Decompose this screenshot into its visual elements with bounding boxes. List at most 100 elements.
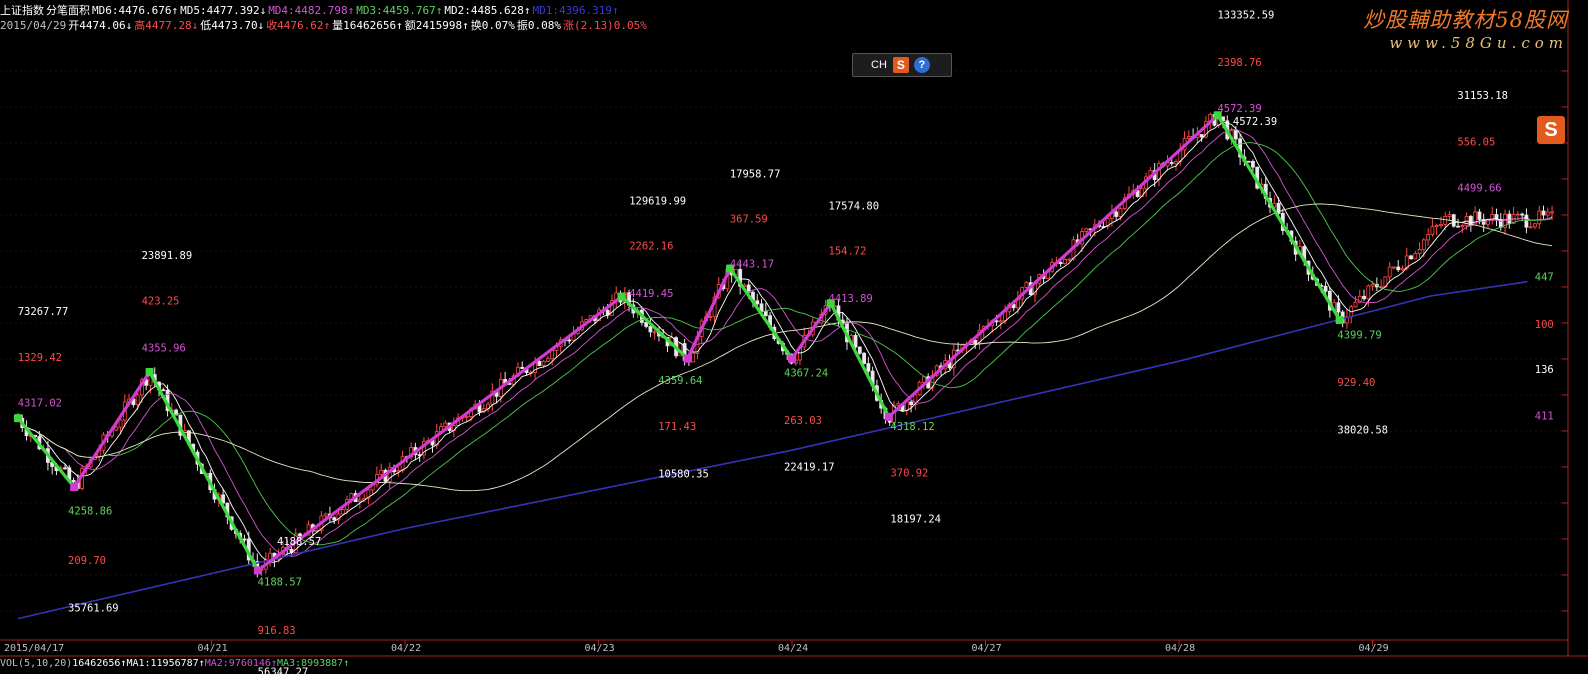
- candle-body: [1456, 225, 1460, 228]
- value-label: 100: [1535, 319, 1554, 331]
- value-label: 129619.99: [629, 196, 686, 208]
- watermark-url: www.58Gu.com: [1389, 34, 1568, 52]
- value-label: 4355.96: [142, 343, 186, 355]
- candle-body: [135, 394, 140, 405]
- zigzag-point: [788, 354, 796, 363]
- candle-body: [1246, 160, 1251, 163]
- candle-body: [332, 517, 337, 521]
- candle-body: [998, 320, 1003, 323]
- value-label: 2398.76: [1217, 57, 1261, 69]
- zigzag-point: [70, 483, 79, 492]
- header-item-4: MD4:4482.798↑: [268, 4, 355, 17]
- value-label: 411: [1535, 410, 1554, 422]
- candle-body: [1417, 248, 1422, 254]
- price-chart: 73267.77 1329.42 4317.02 4258.86 209.70 35761…: [0, 0, 1588, 674]
- candle-body: [1515, 213, 1520, 216]
- candle-body: [1063, 258, 1067, 265]
- ime-toolbar[interactable]: CH S ?: [852, 53, 952, 77]
- vol-item-3: MA2:9760146↑: [204, 658, 277, 669]
- header-item-2: MD6:4476.676↑: [92, 4, 179, 17]
- quote-item-8: 振0.08%: [516, 19, 562, 32]
- quote-item-0: 2015/04/29: [0, 19, 67, 32]
- value-label: 17958.77: [730, 168, 781, 180]
- value-label: 4367.24: [784, 368, 828, 380]
- candle-body: [1024, 282, 1029, 288]
- candle-body: [1067, 258, 1072, 261]
- candle-body: [1421, 239, 1426, 250]
- candle-body: [464, 416, 469, 418]
- watermark-title: 炒股輔助教材58股网: [1363, 8, 1568, 32]
- candle-body: [648, 326, 653, 333]
- value-label: 73267.77: [18, 306, 69, 318]
- candle-body: [1387, 266, 1392, 278]
- value-label: 31153.18: [1457, 90, 1508, 102]
- candle-body: [652, 331, 657, 334]
- value-label: 38020.58: [1337, 425, 1388, 437]
- value-label: 447: [1535, 272, 1554, 284]
- candle-body: [1439, 224, 1443, 226]
- x-tick-label: 04/21: [198, 643, 228, 654]
- candle-body: [1233, 130, 1238, 140]
- ime-language-toggle[interactable]: CH: [871, 59, 887, 71]
- indicator-header: 上证指数 分笔面积 MD6:4476.676↑ MD5:4477.392↓ MD4:44…: [0, 2, 621, 18]
- candle-body: [1413, 252, 1418, 260]
- quote-item-2: 高4477.28↓: [134, 19, 199, 32]
- value-label: 10580.35: [658, 468, 709, 480]
- header-item-5: MD3:4459.767↑: [356, 4, 443, 17]
- quote-item-9: 涨(2.13)0.05%: [563, 19, 647, 32]
- candle-body: [1430, 226, 1435, 235]
- zigzag-point: [14, 414, 22, 423]
- volume-indicator-line: VOL(5,10,20)16462656↑MA1:11956787↑MA2:97…: [0, 658, 349, 669]
- candle-body: [1353, 301, 1358, 308]
- candle-body: [114, 426, 119, 431]
- candle-body: [1443, 216, 1448, 225]
- x-tick-label: 04/28: [1165, 643, 1195, 654]
- x-tick-label: 04/23: [585, 643, 615, 654]
- candle-body: [857, 346, 862, 354]
- candle-body: [755, 300, 760, 305]
- candle-body: [853, 335, 858, 348]
- x-tick-label: 04/22: [391, 643, 421, 654]
- value-label: 4499.66: [1457, 183, 1501, 195]
- sogou-logo-icon[interactable]: S: [892, 57, 909, 73]
- header-item-6: MD2:4485.628↑: [444, 4, 531, 17]
- candle-body: [1528, 226, 1533, 229]
- vol-item-2: MA1:11956787↑: [126, 658, 205, 669]
- candle-body: [1362, 295, 1366, 300]
- candle-body: [1409, 255, 1413, 260]
- candle-body: [71, 480, 76, 483]
- candle-body: [567, 339, 572, 342]
- value-label: 23891.89: [142, 250, 193, 262]
- value-label: 22419.17: [784, 461, 835, 473]
- value-label: 4258.86: [68, 505, 112, 517]
- candle-body: [323, 513, 328, 517]
- value-label: 4572.39: [1217, 103, 1261, 115]
- candle-body: [1545, 211, 1550, 216]
- value-label: 370.92: [890, 467, 928, 479]
- candle-body: [1370, 283, 1375, 287]
- value-label: 136: [1535, 364, 1554, 376]
- value-label: 4413.89: [829, 293, 873, 305]
- candle-body: [357, 499, 362, 503]
- quote-item-5: 量16462656↑: [332, 19, 403, 32]
- candle-body: [1392, 266, 1396, 269]
- candle-body: [644, 321, 649, 327]
- sogou-floating-icon[interactable]: S: [1537, 116, 1565, 144]
- candle-body: [1058, 262, 1063, 265]
- help-icon[interactable]: ?: [913, 57, 930, 73]
- candle-body: [443, 422, 448, 428]
- candle-body: [1199, 134, 1204, 138]
- value-label: 263.03: [784, 415, 822, 427]
- value-label: 556.05: [1457, 136, 1495, 148]
- value-label: 367.59: [730, 213, 768, 225]
- candle-body: [1434, 225, 1439, 227]
- value-label: 18197.24: [890, 514, 941, 526]
- quote-header: 2015/04/29 开4474.06↓ 高4477.28↓ 低4473.70↓ 收44…: [0, 17, 649, 33]
- candle-body: [1251, 160, 1255, 168]
- candle-body: [1460, 225, 1465, 228]
- candle-body: [1477, 211, 1482, 220]
- candle-body: [537, 360, 542, 366]
- candle-body: [866, 363, 871, 372]
- value-label: 4188.57: [277, 536, 321, 548]
- value-label: 4359.64: [658, 375, 702, 387]
